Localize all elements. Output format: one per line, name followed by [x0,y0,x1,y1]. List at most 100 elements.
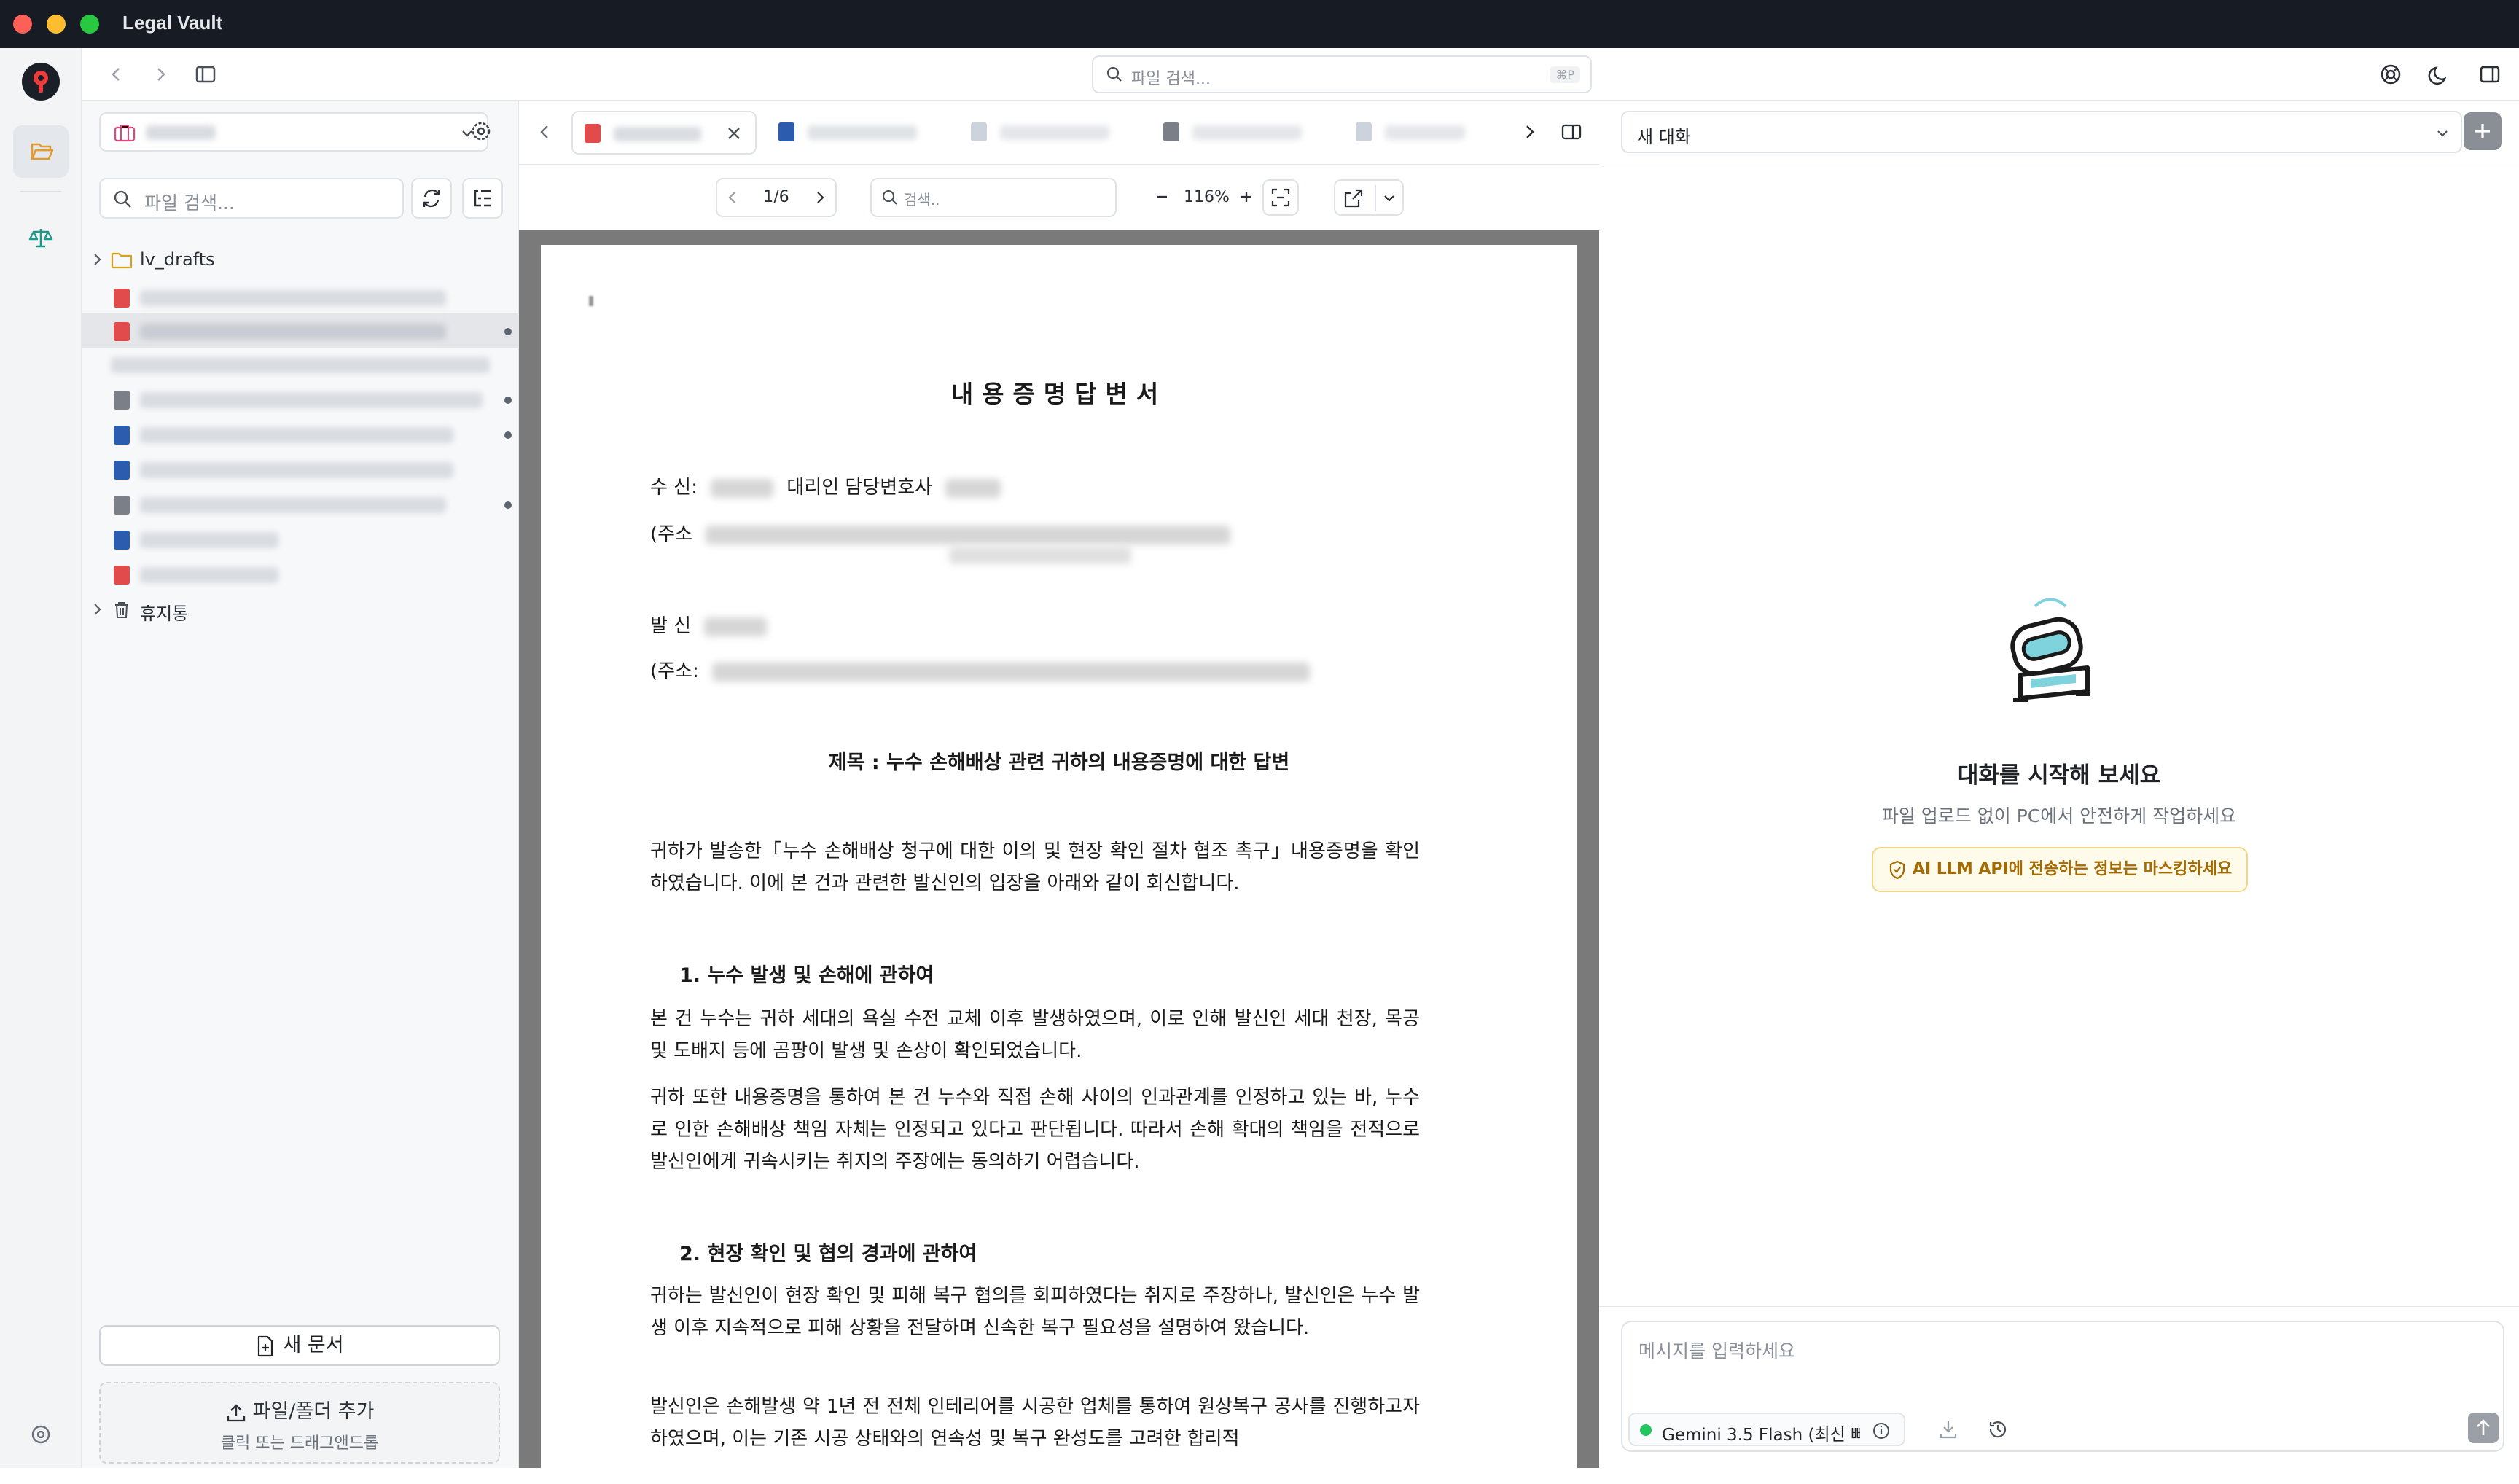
folder-item-trash[interactable]: 휴지통 [82,592,519,627]
tree-view-button[interactable] [462,178,503,219]
zoom-out-button[interactable] [1152,187,1172,210]
tab[interactable] [767,111,949,155]
pdf-toolbar: 1/6 검색.. 116% [519,165,1599,230]
file-item[interactable] [82,382,519,417]
redacted-text [704,617,768,636]
icon-rail [0,48,82,1468]
external-link-icon[interactable] [1343,187,1364,209]
chevron-left-icon [540,125,548,138]
maximize-window-button[interactable] [80,15,99,34]
file-item-selected[interactable] [82,313,519,348]
split-view-button[interactable] [1560,121,1583,146]
close-window-button[interactable] [13,15,32,34]
tab[interactable] [959,111,1141,155]
fit-screen-icon [1271,188,1290,207]
pdf-search-input[interactable]: 검색.. [870,178,1117,217]
minimize-window-button[interactable] [47,15,66,34]
back-button[interactable] [104,61,130,87]
recipient-address-line: (주소 [650,519,1231,546]
new-document-label: 새 문서 [283,1334,344,1356]
zoom-in-button[interactable] [1236,187,1257,210]
dark-mode-toggle[interactable] [2427,61,2453,87]
chevron-right-icon[interactable] [811,188,829,207]
tab-active-pdf[interactable] [571,111,757,155]
conversation-label: 새 대화 [1637,127,1691,147]
toggle-sidebar-button[interactable] [192,61,219,87]
file-item[interactable] [82,522,519,557]
send-button[interactable] [2468,1413,2499,1443]
download-icon[interactable] [1937,1418,1959,1440]
settings-nav-button[interactable] [13,1408,69,1461]
toggle-right-panel-button[interactable] [2477,61,2503,87]
file-item[interactable] [82,280,519,315]
section-1-title: 1. 누수 발생 및 손해에 관하여 [679,964,934,987]
divider [1375,185,1376,211]
file-dropzone[interactable]: 파일/폴더 추가 클릭 또는 드래그앤드롭 [99,1382,500,1464]
section-1-paragraph-2: 귀하 또한 내용증명을 통하여 본 건 누수와 직접 손해 사이의 인과관계를 … [650,1087,1420,1173]
redacted-text [712,662,1311,682]
folder-label: 휴지통 [140,604,189,624]
history-icon[interactable] [1987,1418,2009,1440]
legal-nav-button[interactable] [13,211,69,264]
tab-label-redacted [614,127,701,141]
file-item[interactable] [82,347,519,382]
chevron-right-icon [94,604,101,615]
redacted-text [949,547,1131,564]
document-title: 내용증명답변서 [950,380,1168,408]
file-item[interactable] [82,417,519,452]
text-file-icon [114,496,130,515]
section-2-title: 2. 현장 확인 및 협의 경과에 관하여 [679,1243,977,1265]
global-search-input[interactable]: 파일 검색... ⌘P [1092,55,1592,93]
address-label: (주소 [650,523,692,545]
chevron-down-icon [2437,130,2448,137]
file-name-redacted [140,567,278,583]
fit-page-button[interactable] [1262,179,1299,216]
folder-item-lv-drafts[interactable]: lv_drafts [82,242,519,277]
pdf-viewer[interactable]: 내용증명답변서 수 신: 대리인 담당변호사 (주소 발 신 (주소: 제목:… [519,230,1599,1484]
moon-icon [2428,66,2447,85]
tabs-scroll-right-button[interactable] [1519,121,1541,146]
address-label: (주소: [650,660,699,682]
message-input[interactable]: 메시지를 입력하세요 Gemini 3.5 Flash (최신 빠... [1621,1321,2504,1452]
file-icon [1356,122,1372,141]
message-input-placeholder: 메시지를 입력하세요 [1639,1340,1795,1362]
new-document-button[interactable]: 새 문서 [99,1325,500,1366]
file-item[interactable] [82,487,519,522]
tab[interactable] [1344,111,1490,155]
file-item[interactable] [82,557,519,592]
forward-button[interactable] [147,61,173,87]
file-name-redacted [140,290,446,306]
recipient-label: 수 신: [650,477,698,499]
zoom-level[interactable]: 116% [1184,188,1230,206]
section-2-paragraph-2: 발신인은 손해발생 약 1년 전 전체 인테리어를 시공한 업체를 통하여 원상… [650,1396,1420,1450]
chevron-down-icon[interactable] [1380,190,1398,207]
chevron-right-icon [157,68,165,81]
tab[interactable] [1152,111,1334,155]
word-file-icon [114,461,130,480]
unsaved-dot [504,501,512,509]
model-select[interactable]: Gemini 3.5 Flash (최신 빠... [1628,1413,1905,1446]
plus-icon [2475,124,2490,138]
tabs-scroll-left-button[interactable] [534,121,555,146]
file-name-redacted [111,357,490,373]
divider [1599,1306,2519,1307]
close-icon[interactable] [725,124,743,143]
files-nav-button[interactable] [13,125,69,178]
sender-line: 발 신 [650,611,768,638]
file-item[interactable] [82,452,519,487]
page-mark [589,296,593,306]
folder-open-icon [31,143,54,160]
help-button[interactable] [2378,61,2404,87]
workspace-select[interactable] [99,112,488,152]
rail-divider [20,191,61,192]
file-search-input[interactable]: 파일 검색... [99,178,404,219]
upload-icon [227,1403,245,1421]
search-shortcut-badge: ⌘P [1550,66,1580,83]
file-name-redacted [140,392,483,408]
conversation-select[interactable]: 새 대화 [1621,111,2462,153]
new-conversation-button[interactable] [2464,112,2502,150]
info-icon[interactable] [1872,1421,1891,1440]
refresh-button[interactable] [411,178,452,219]
workspace-settings-button[interactable] [461,111,501,152]
lifebuoy-icon [2381,64,2401,85]
